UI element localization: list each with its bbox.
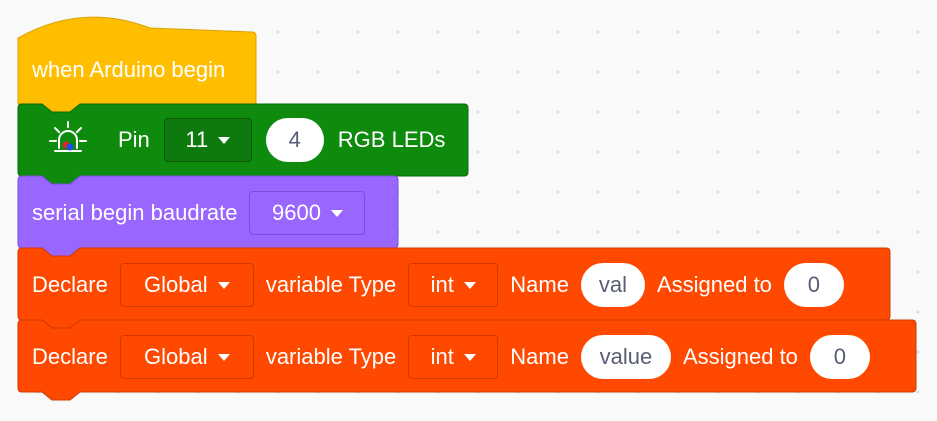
assigned-to-label: Assigned to — [682, 344, 798, 369]
baudrate-dropdown-value: 9600 — [272, 200, 321, 225]
serial-begin-block: serial begin baudrate 9600 — [18, 189, 366, 237]
name-label: Name — [510, 272, 569, 297]
type-dropdown[interactable]: int — [408, 335, 499, 379]
chevron-down-icon — [217, 281, 230, 289]
type-dropdown-value: int — [430, 272, 454, 297]
type-dropdown[interactable]: int — [408, 263, 499, 307]
variable-name-input[interactable]: value — [580, 335, 671, 379]
declare-block-value: Declare Global variable Type int Name va… — [18, 333, 870, 381]
name-label: Name — [510, 344, 569, 369]
rgb-leds-label: RGB LEDs — [337, 127, 446, 152]
declare-label: Declare — [32, 344, 108, 369]
hat-block-label: when Arduino begin — [32, 57, 226, 82]
pin-dropdown[interactable]: 11 — [163, 118, 252, 162]
declare-block-val: Declare Global variable Type int Name va… — [18, 261, 844, 309]
hat-block: when Arduino begin — [18, 46, 225, 94]
chevron-down-icon — [463, 281, 476, 289]
assigned-to-label: Assigned to — [656, 272, 772, 297]
scope-dropdown-value: Global — [144, 272, 208, 297]
led-icon — [46, 118, 90, 162]
chevron-down-icon — [218, 136, 231, 144]
scope-dropdown[interactable]: Global — [119, 263, 254, 307]
rgb-led-block: Pin 11 4 RGB LEDs — [18, 116, 445, 164]
variable-name-input[interactable]: val — [580, 263, 645, 307]
serial-begin-label: serial begin baudrate — [32, 200, 238, 225]
chevron-down-icon — [217, 353, 230, 361]
assigned-value-input[interactable]: 0 — [809, 335, 870, 379]
type-dropdown-value: int — [430, 344, 454, 369]
scope-dropdown[interactable]: Global — [119, 335, 254, 379]
pin-label: Pin — [118, 127, 150, 152]
variable-type-label: variable Type — [265, 272, 397, 297]
baudrate-dropdown[interactable]: 9600 — [249, 191, 366, 235]
declare-label: Declare — [32, 272, 108, 297]
scope-dropdown-value: Global — [144, 344, 208, 369]
led-count-input[interactable]: 4 — [265, 118, 324, 162]
chevron-down-icon — [463, 353, 476, 361]
assigned-value-input[interactable]: 0 — [783, 263, 844, 307]
workspace-canvas[interactable]: when Arduino begin Pin 11 4 RGB LEDs ser… — [0, 0, 937, 421]
chevron-down-icon — [330, 209, 343, 217]
pin-dropdown-value: 11 — [185, 127, 209, 152]
variable-type-label: variable Type — [265, 344, 397, 369]
